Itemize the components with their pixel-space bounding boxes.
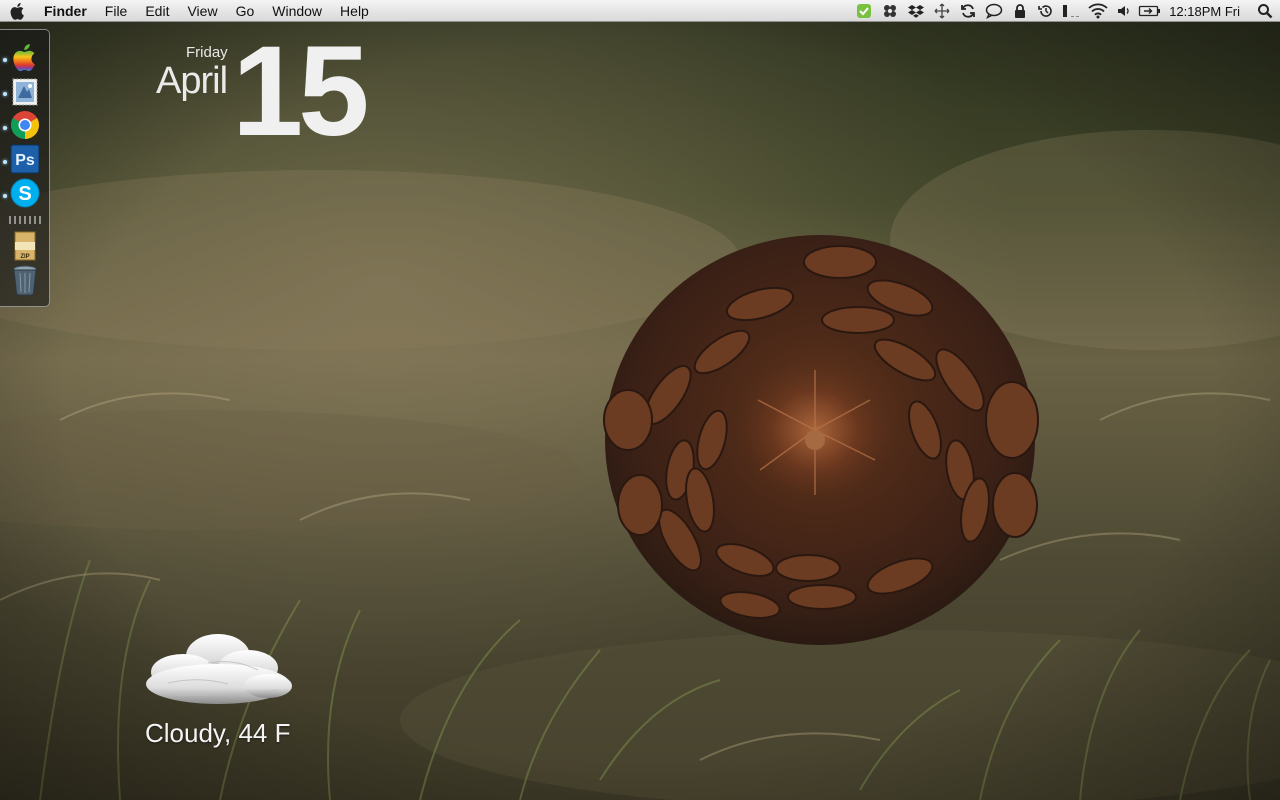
menu-go[interactable]: Go (227, 0, 264, 22)
menu-help[interactable]: Help (331, 0, 378, 22)
battery-status-icon[interactable] (1059, 0, 1085, 22)
dock-separator (9, 216, 41, 224)
menu-window[interactable]: Window (263, 0, 331, 22)
apple-menu-icon[interactable] (0, 0, 36, 22)
mail-stamp-icon (12, 78, 38, 106)
running-indicator (3, 92, 7, 96)
menubar-clock[interactable]: 12:18PM Fri (1163, 4, 1250, 19)
weather-widget: Cloudy, 44 F (138, 628, 328, 748)
menu-app-finder[interactable]: Finder (36, 0, 96, 22)
weather-condition-text: Cloudy, 44 F (145, 718, 291, 748)
running-indicator (3, 160, 7, 164)
sync-icon[interactable] (955, 0, 981, 22)
date-month-label: April (156, 60, 228, 102)
apple-logo-icon (13, 44, 35, 72)
photoshop-icon: Ps (10, 144, 40, 174)
spotlight-search-icon[interactable] (1250, 0, 1280, 22)
running-indicator (3, 126, 7, 130)
flower-icon[interactable] (877, 0, 903, 22)
dock-item-skype[interactable]: S (10, 178, 40, 208)
chrome-icon (11, 111, 39, 139)
lock-icon[interactable] (1007, 0, 1033, 22)
evernote-icon[interactable] (851, 0, 877, 22)
zip-archive-icon: ZIP (14, 231, 36, 261)
svg-text:Ps: Ps (15, 152, 35, 169)
dock: Ps S ZIP (0, 29, 50, 307)
trash-icon (13, 265, 37, 296)
menu-bar: Finder File Edit View Go Window Help 12:… (0, 0, 1280, 22)
battery-icon[interactable] (1137, 0, 1163, 22)
svg-text:S: S (18, 183, 31, 205)
cloud-icon (146, 634, 292, 704)
dock-item-zip-archive[interactable]: ZIP (10, 230, 40, 261)
menu-edit[interactable]: Edit (136, 0, 178, 22)
move-icon[interactable] (929, 0, 955, 22)
skype-icon: S (10, 178, 40, 208)
dock-item-chrome[interactable] (10, 110, 40, 140)
dock-item-finder[interactable] (10, 42, 40, 72)
volume-icon[interactable] (1111, 0, 1137, 22)
dock-item-mail[interactable] (10, 76, 40, 106)
date-number: 15 (232, 20, 369, 163)
chat-bubble-icon[interactable] (981, 0, 1007, 22)
wifi-icon[interactable] (1085, 0, 1111, 22)
running-indicator (3, 58, 7, 62)
date-day-label: Friday (186, 44, 228, 61)
dock-item-photoshop[interactable]: Ps (10, 144, 40, 174)
dropbox-icon[interactable] (903, 0, 929, 22)
running-indicator (3, 194, 7, 198)
dock-item-trash[interactable] (10, 264, 40, 296)
date-widget: Friday April 15 (150, 28, 410, 166)
time-machine-icon[interactable] (1033, 0, 1059, 22)
svg-text:ZIP: ZIP (20, 254, 29, 260)
menu-view[interactable]: View (178, 0, 226, 22)
menu-file[interactable]: File (96, 0, 137, 22)
